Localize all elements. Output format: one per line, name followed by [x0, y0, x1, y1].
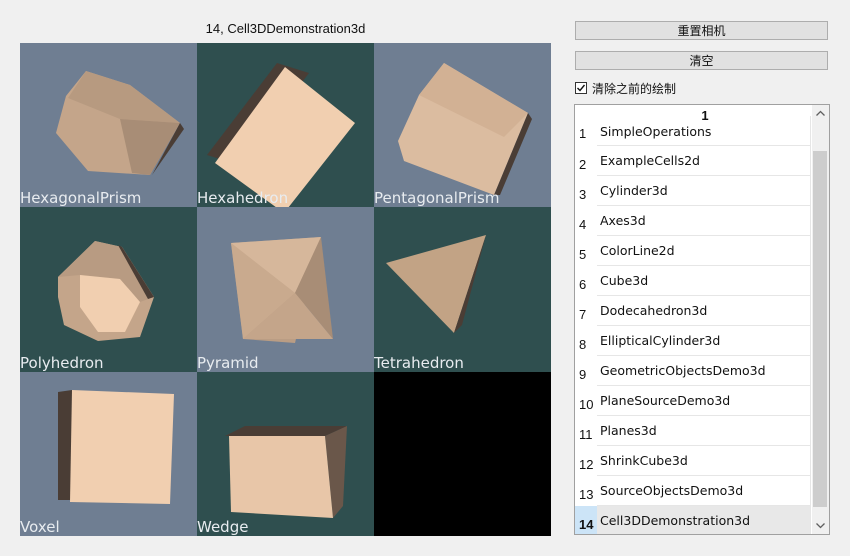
row-number: 4 [579, 217, 587, 232]
row-name[interactable]: ExampleCells2d [597, 146, 811, 176]
cell-label: HexagonalPrism [20, 189, 142, 207]
row-name[interactable]: Cylinder3d [597, 176, 811, 206]
list-rows: 1 SimpleOperations 2 ExampleCells2d 3 Cylinde… [575, 116, 813, 534]
row-number: 6 [579, 277, 587, 292]
clear-previous-checkbox[interactable] [575, 82, 587, 94]
list-item[interactable]: 9 GeometricObjectsDemo3d [575, 356, 813, 386]
voxel-shape [58, 390, 174, 504]
view-title: 14, Cell3DDemonstration3d [205, 21, 366, 36]
polyhedron-shape [58, 241, 154, 341]
cell-label: Wedge [197, 518, 249, 536]
row-number: 10 [579, 397, 594, 412]
render-cell-4[interactable]: Polyhedron [20, 207, 197, 372]
list-scrollbar[interactable] [812, 105, 829, 534]
cell-label: Tetrahedron [374, 354, 464, 372]
list-item[interactable]: 3 Cylinder3d [575, 176, 813, 206]
clear-button[interactable]: 清空 [575, 51, 828, 70]
row-number: 3 [579, 187, 587, 202]
row-name[interactable]: Dodecahedron3d [597, 296, 811, 326]
checkmark-icon [577, 84, 586, 92]
render-cell-7[interactable]: Voxel [20, 372, 197, 536]
row-name[interactable]: ColorLine2d [597, 236, 811, 266]
tetrahedron-shape [386, 235, 486, 333]
list-item[interactable]: 12 ShrinkCube3d [575, 446, 813, 476]
row-number: 12 [579, 457, 594, 472]
list-item[interactable]: 4 Axes3d [575, 206, 813, 236]
cell-label: PentagonalPrism [374, 189, 500, 207]
scrollbar-thumb[interactable] [813, 151, 827, 507]
render-cell-1[interactable]: HexagonalPrism [20, 43, 197, 207]
row-number: 11 [579, 427, 593, 442]
clear-previous-label: 清除之前的绘制 [592, 81, 677, 96]
wedge-shape [225, 426, 347, 518]
render-cell-8[interactable]: Wedge [197, 372, 374, 536]
row-number: 13 [579, 487, 594, 502]
render-cell-2[interactable]: Hexahedron [197, 43, 374, 207]
row-name[interactable]: Cube3d [597, 266, 811, 296]
list-item[interactable]: 10 PlaneSourceDemo3d [575, 386, 813, 416]
list-item[interactable]: 8 EllipticalCylinder3d [575, 326, 813, 356]
row-name[interactable]: Planes3d [597, 416, 811, 446]
list-item[interactable]: 5 ColorLine2d [575, 236, 813, 266]
cell-label: Polyhedron [20, 354, 104, 372]
row-number: 2 [579, 157, 587, 172]
row-number: 9 [579, 367, 587, 382]
row-name[interactable]: Cell3DDemonstration3d [597, 506, 811, 534]
list-item[interactable]: 11 Planes3d [575, 416, 813, 446]
row-number: 8 [579, 337, 587, 352]
render-cell-5[interactable]: Pyramid [197, 207, 374, 372]
list-column-header: 1 [701, 108, 709, 123]
row-name[interactable]: PlaneSourceDemo3d [597, 386, 811, 416]
reset-camera-button[interactable]: 重置相机 [575, 21, 828, 40]
cell-label: Hexahedron [197, 189, 289, 207]
row-name[interactable]: Axes3d [597, 206, 811, 236]
hexagonal-prism-shape [56, 71, 184, 175]
list-item[interactable]: 14 Cell3DDemonstration3d [575, 506, 813, 534]
row-number: 1 [579, 126, 587, 141]
row-name[interactable]: ShrinkCube3d [597, 446, 811, 476]
row-number: 7 [579, 307, 587, 322]
render-cell-9[interactable] [374, 372, 551, 536]
scroll-down-icon[interactable] [815, 520, 826, 531]
render-cell-6[interactable]: Tetrahedron [374, 207, 551, 372]
scroll-up-icon[interactable] [815, 108, 826, 119]
render-cell-3[interactable]: PentagonalPrism [374, 43, 551, 207]
row-name[interactable]: GeometricObjectsDemo3d [597, 356, 811, 386]
list-item[interactable]: 2 ExampleCells2d [575, 146, 813, 176]
render-grid[interactable]: HexagonalPrism Hexahedron PentagonalPris… [20, 43, 551, 536]
row-number: 5 [579, 247, 587, 262]
list-item[interactable]: 13 SourceObjectsDemo3d [575, 476, 813, 506]
pyramid-shape [231, 237, 333, 343]
cell-label: Voxel [20, 518, 60, 536]
row-name[interactable]: SourceObjectsDemo3d [597, 476, 811, 506]
pentagonal-prism-shape [398, 63, 532, 195]
list-item[interactable]: 7 Dodecahedron3d [575, 296, 813, 326]
cell-label: Pyramid [197, 354, 259, 372]
row-name[interactable]: EllipticalCylinder3d [597, 326, 811, 356]
clear-previous-option[interactable]: 清除之前的绘制 [575, 80, 676, 96]
row-number: 14 [575, 506, 597, 534]
list-item[interactable]: 6 Cube3d [575, 266, 813, 296]
hexahedron-shape [207, 63, 355, 207]
example-list[interactable]: 1 SimpleOperations 2 ExampleCells2d 3 Cylinde… [574, 104, 830, 535]
